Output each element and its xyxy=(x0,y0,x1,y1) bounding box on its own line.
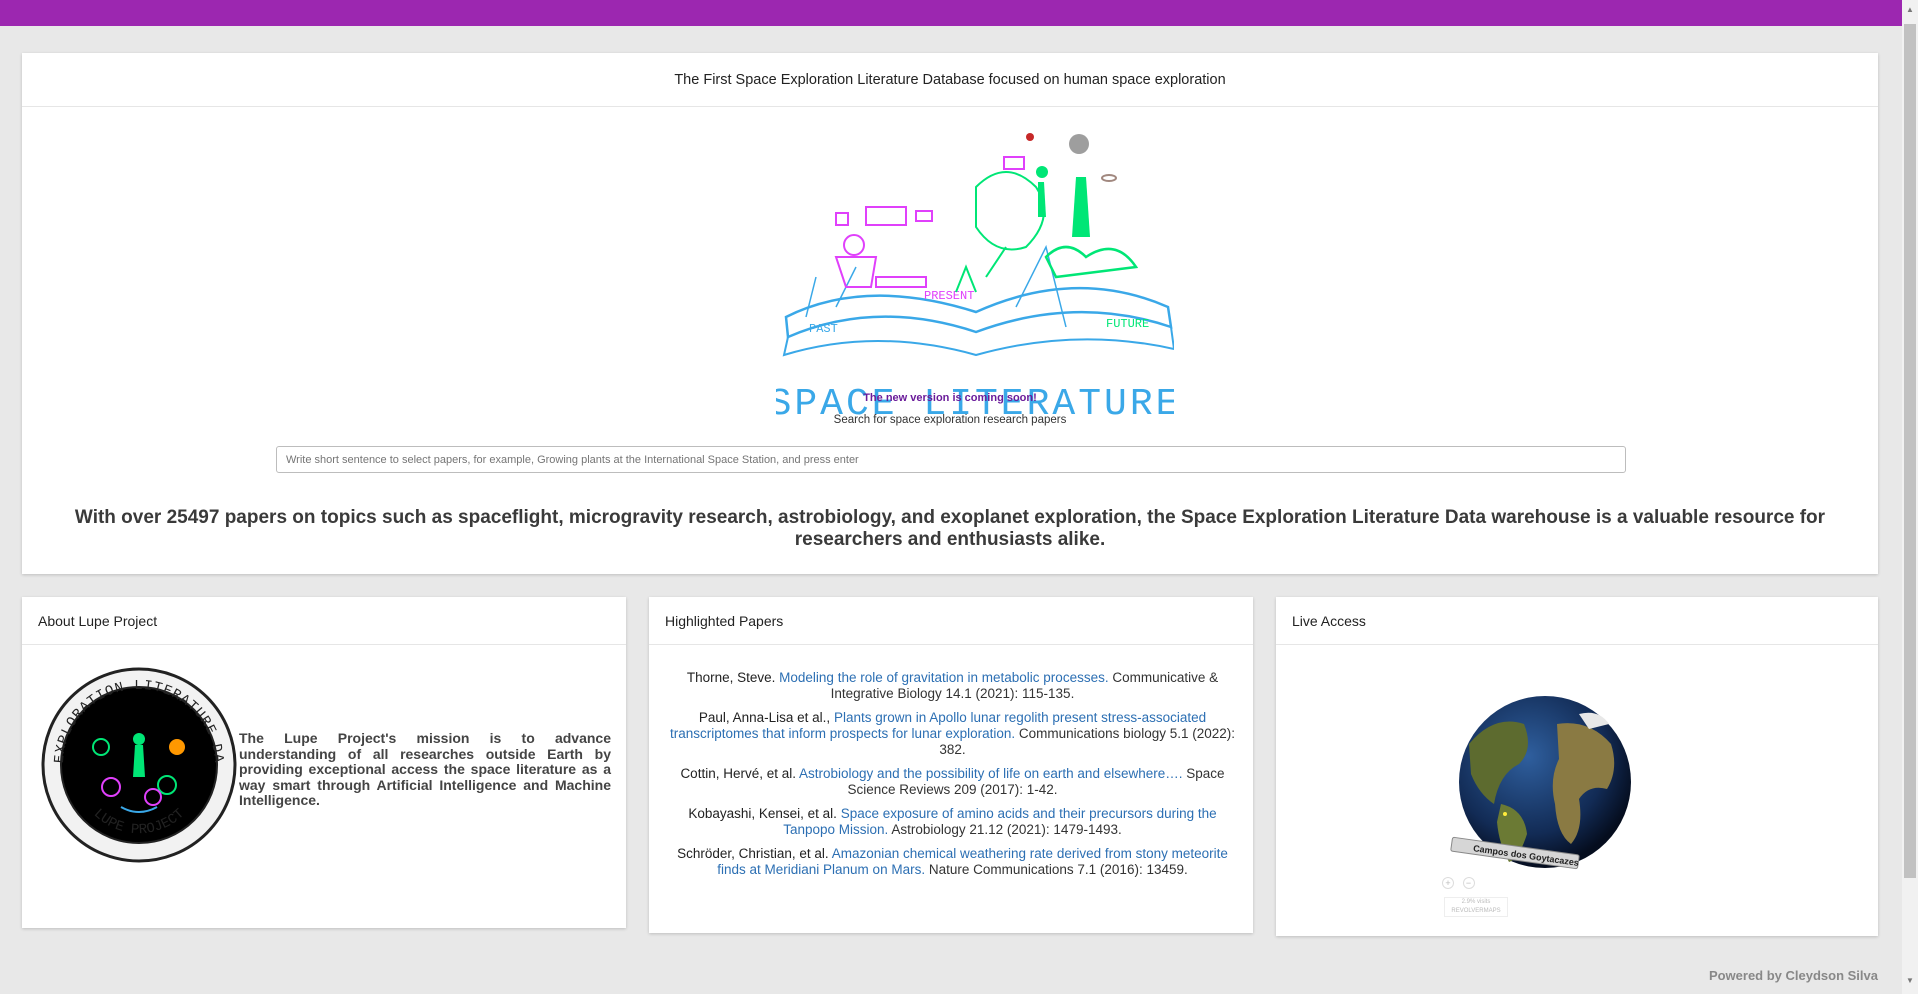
search-input[interactable] xyxy=(276,446,1626,473)
live-access-title: Live Access xyxy=(1276,597,1878,645)
top-bar xyxy=(0,0,1918,26)
database-summary: With over 25497 papers on topics such as… xyxy=(74,507,1826,550)
logo-future-text: FUTURE xyxy=(1106,317,1149,331)
scroll-down-icon[interactable]: ▼ xyxy=(1905,976,1915,986)
scroll-up-icon[interactable]: ▲ xyxy=(1905,5,1915,15)
hero-card: The First Space Exploration Literature D… xyxy=(22,53,1878,574)
paper-item: Kobayashi, Kensei, et al. Space exposure… xyxy=(665,806,1240,838)
paper-item: Cottin, Hervé, et al. Astrobiology and t… xyxy=(665,766,1240,798)
about-mission-text: The Lupe Project's mission is to advance… xyxy=(239,730,611,808)
zoom-in-button[interactable]: + xyxy=(1442,877,1454,889)
paper-author: Kobayashi, Kensei, et al. xyxy=(688,806,837,821)
about-card: About Lupe Project SPACE EXPLORATION LIT… xyxy=(22,597,626,928)
paper-author: Cottin, Hervé, et al. xyxy=(680,766,796,781)
revolvermaps-badge[interactable]: 2.9% visits REVOLVERMAPS xyxy=(1444,897,1508,917)
hero-header: The First Space Exploration Literature D… xyxy=(22,53,1878,107)
footer-credit: Powered by Cleydson Silva xyxy=(1708,968,1878,983)
paper-item: Paul, Anna-Lisa et al., Plants grown in … xyxy=(665,710,1240,758)
paper-title-link[interactable]: Astrobiology and the possibility of life… xyxy=(799,766,1182,781)
paper-list: Thorne, Steve. Modeling the role of grav… xyxy=(665,670,1240,886)
zoom-out-button[interactable]: − xyxy=(1462,877,1475,889)
paper-author: Thorne, Steve. xyxy=(686,670,776,685)
paper-title-link[interactable]: Modeling the role of gravitation in meta… xyxy=(779,670,1108,685)
revolvermaps-brand: REVOLVERMAPS xyxy=(1451,908,1501,914)
paper-item: Schröder, Christian, et al. Amazonian ch… xyxy=(665,846,1240,878)
about-title: About Lupe Project xyxy=(22,597,626,645)
paper-author: Paul, Anna-Lisa et al., xyxy=(698,710,831,725)
lupe-project-logo: SPACE EXPLORATION LITERATURE DATABASE LU… xyxy=(36,656,238,864)
space-literature-logo-art: PRESENT PAST FUTURE SPACE LITERATURE xyxy=(769,133,1178,426)
space-literature-logo: PRESENT PAST FUTURE SPACE LITERATURE xyxy=(769,127,1178,426)
logo-past-text: PAST xyxy=(809,322,838,336)
papers-title: Highlighted Papers xyxy=(649,597,1253,645)
paper-author: Schröder, Christian, et al. xyxy=(677,846,829,861)
lupe-project-logo-art: SPACE EXPLORATION LITERATURE DATABASE LU… xyxy=(36,656,237,863)
paper-source: Astrobiology 21.12 (2021): 1479-1493. xyxy=(891,822,1122,837)
globe-zoom-controls: + − xyxy=(1442,877,1475,889)
coming-soon-notice: The new version is coming soon! xyxy=(863,392,1037,404)
visits-text: 2.9% visits xyxy=(1461,899,1491,905)
highlighted-papers-card: Highlighted Papers Thorne, Steve. Modeli… xyxy=(649,597,1253,933)
paper-item: Thorne, Steve. Modeling the role of grav… xyxy=(665,670,1240,702)
logo-present-text: PRESENT xyxy=(924,289,974,303)
page-scrollbar[interactable]: ▲ ▼ xyxy=(1902,0,1918,994)
search-label: Search for space exploration research pa… xyxy=(833,414,1067,426)
scrollbar-thumb[interactable] xyxy=(1904,24,1916,878)
live-access-card: Live Access Campos dos Goytacazes + − 2.… xyxy=(1276,597,1878,936)
paper-source: Nature Communications 7.1 (2016): 13459. xyxy=(928,862,1188,877)
